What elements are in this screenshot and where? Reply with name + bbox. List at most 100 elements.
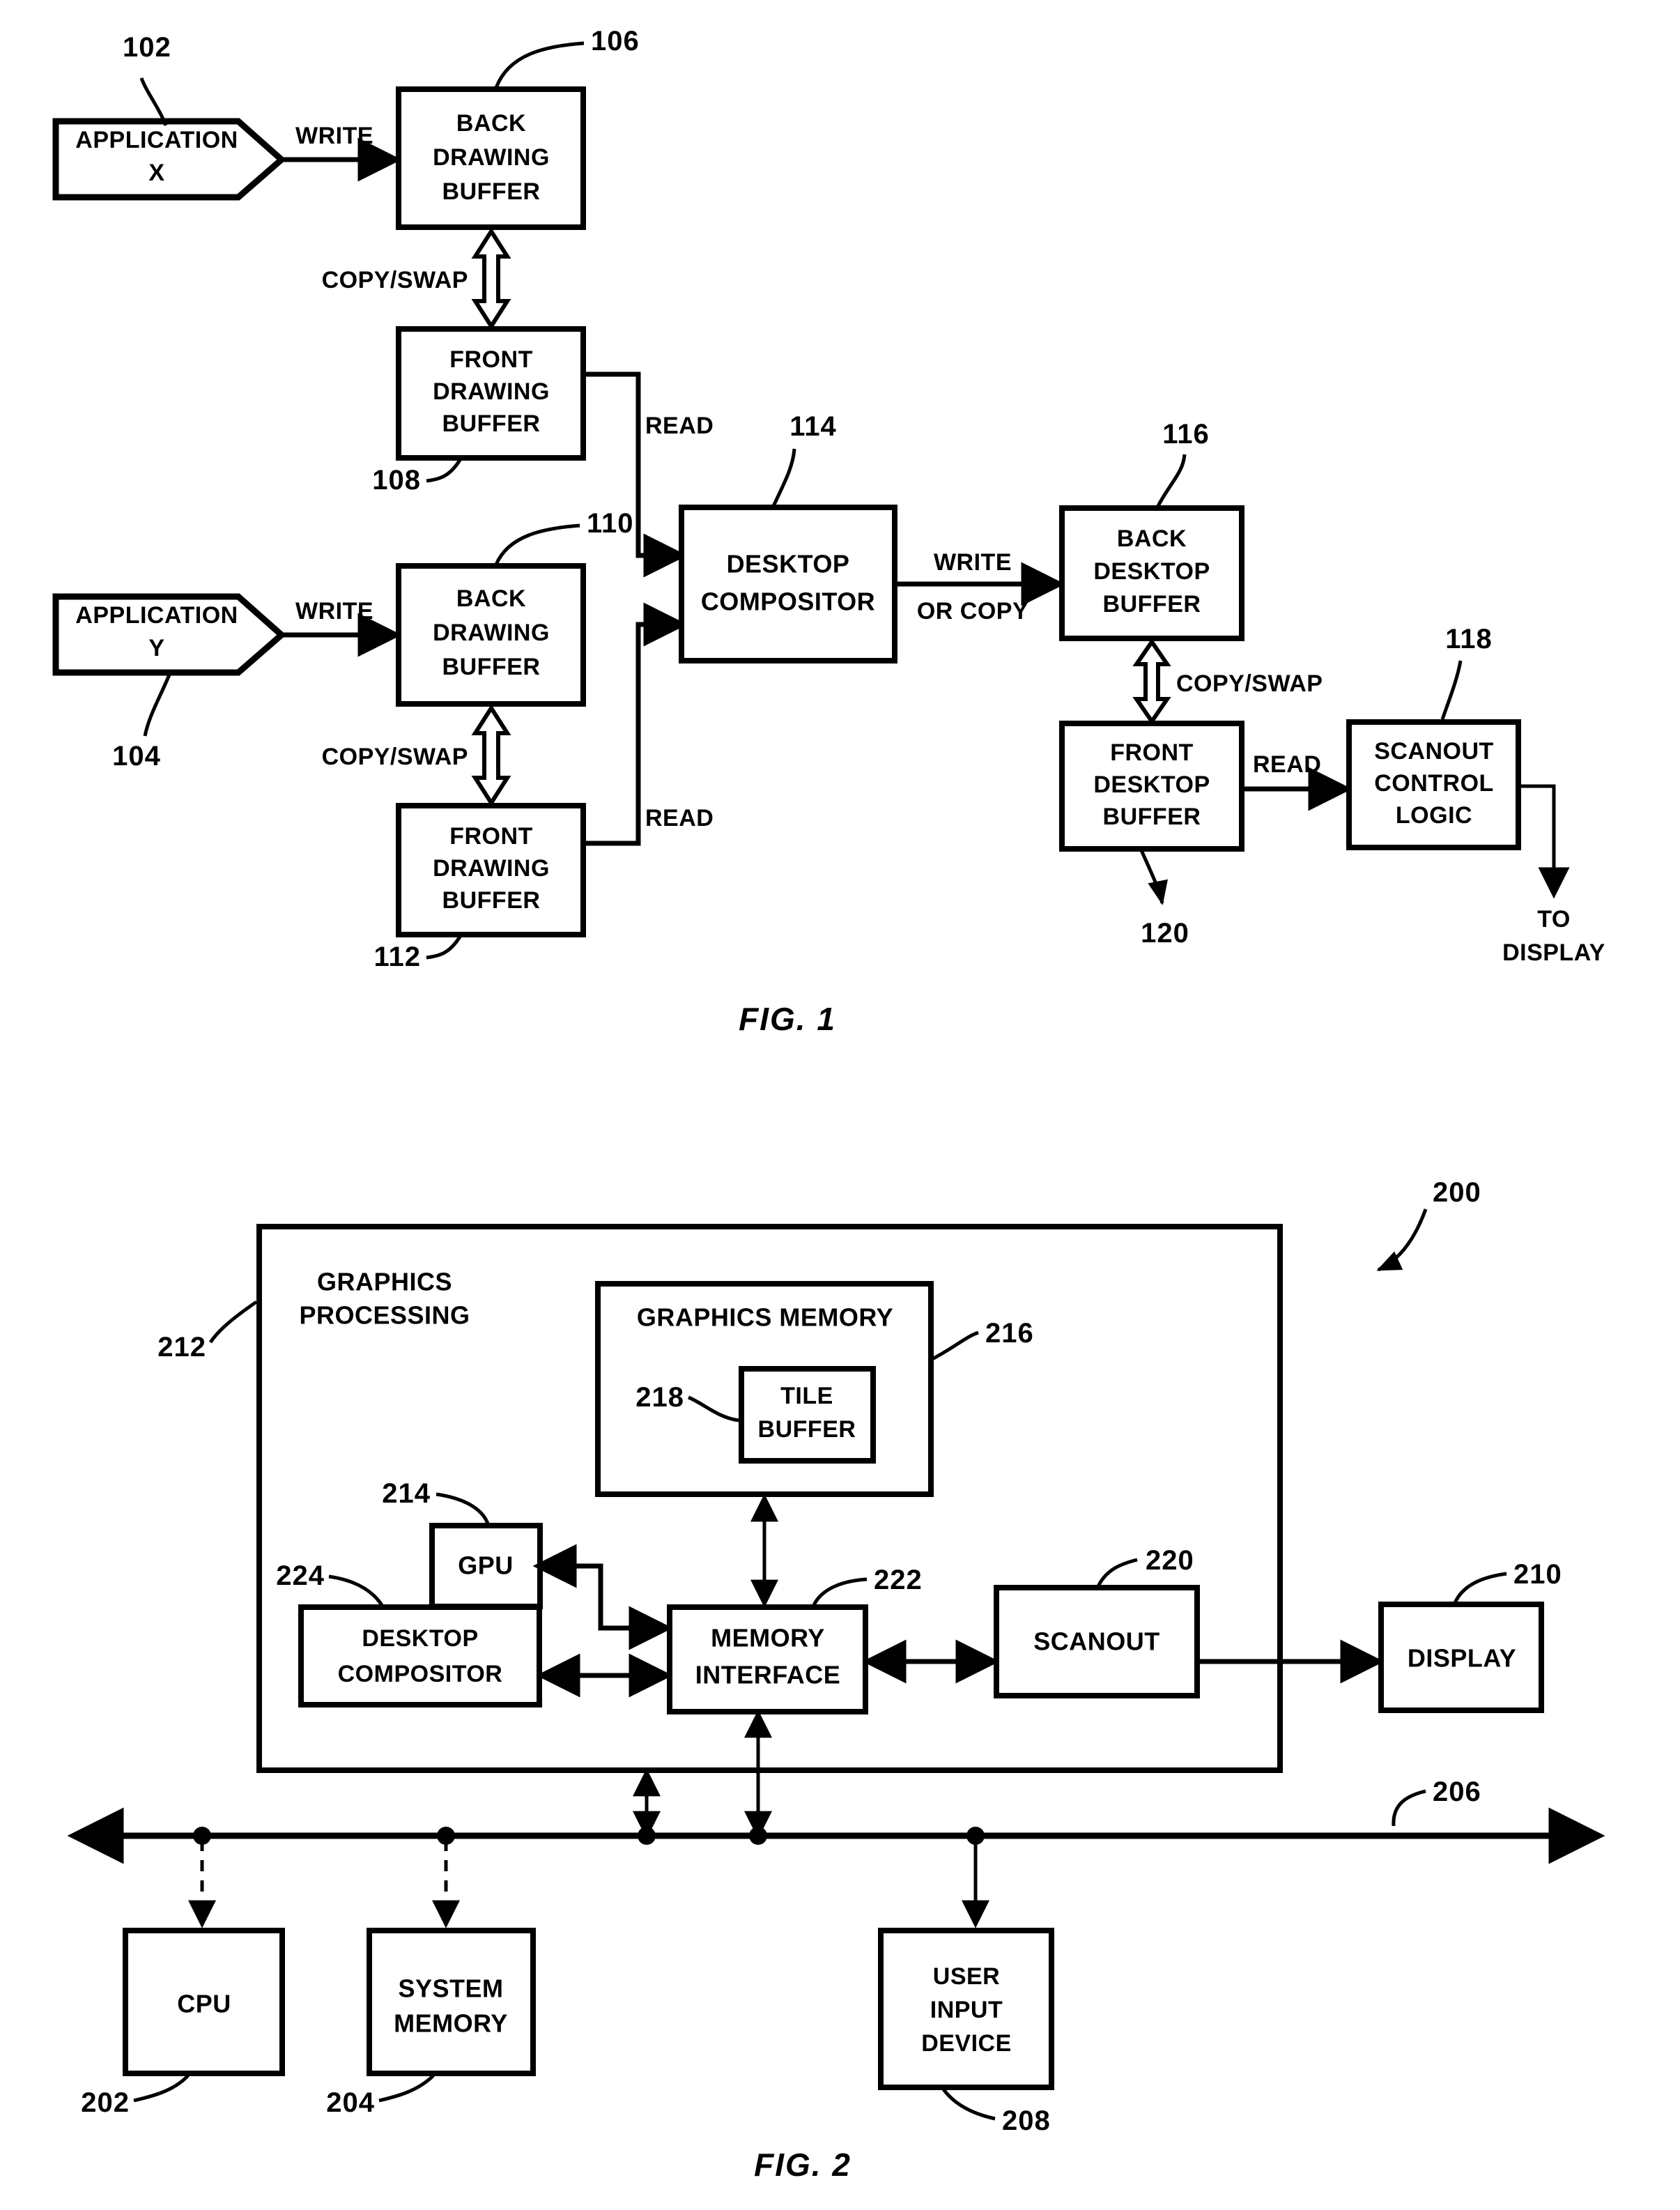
system-memory-ref-leader bbox=[378, 2074, 435, 2103]
application-x-label-line1: APPLICATION bbox=[75, 127, 238, 153]
front-drawing-buffer-y-line2: DRAWING bbox=[433, 855, 550, 882]
front-desktop-buffer-ref: 120 bbox=[1141, 918, 1189, 949]
user-input-device-line2: INPUT bbox=[930, 1997, 1003, 2023]
front-drawing-buffer-y-ref: 112 bbox=[373, 942, 421, 972]
fig1-front-drawing-buffer-x-node: FRONT DRAWING BUFFER 108 bbox=[372, 326, 586, 496]
back-drawing-buffer-x-ref-leader bbox=[494, 41, 585, 89]
read-x-label: READ bbox=[645, 413, 714, 439]
user-input-device-ref: 208 bbox=[1002, 2105, 1051, 2136]
system-memory-line2: MEMORY bbox=[394, 2009, 508, 2038]
tile-buffer-line2: BUFFER bbox=[758, 1416, 856, 1443]
bus-junction-dot-memory-interface bbox=[749, 1827, 767, 1845]
scanout-control-logic-ref-leader bbox=[1440, 660, 1463, 720]
fig1-front-drawing-buffer-y-node: FRONT DRAWING BUFFER 112 bbox=[373, 803, 586, 972]
copy-swap-x-double-arrow bbox=[471, 227, 511, 330]
copy-swap-y-double-arrow bbox=[471, 704, 511, 807]
front-drawing-buffer-x-line1: FRONT bbox=[449, 346, 533, 373]
front-drawing-buffer-y-line3: BUFFER bbox=[442, 887, 541, 914]
back-drawing-buffer-y-line3: BUFFER bbox=[442, 654, 541, 680]
back-drawing-buffer-x-line2: DRAWING bbox=[433, 144, 550, 171]
write-or-copy-line2: OR COPY bbox=[917, 598, 1028, 624]
user-input-device-line3: DEVICE bbox=[921, 2030, 1012, 2057]
fig2-desktop-compositor-line1: DESKTOP bbox=[362, 1625, 478, 1652]
figure2-caption: FIG. 2 bbox=[754, 2147, 851, 2183]
fig2-user-input-device-node: USER INPUT DEVICE 208 bbox=[878, 1840, 1054, 2136]
bus-junction-dot-graphics bbox=[638, 1827, 656, 1845]
fig1-application-x-node: APPLICATION X 102 bbox=[52, 32, 286, 201]
back-drawing-buffer-y-ref: 110 bbox=[587, 508, 634, 539]
to-display-line1: TO bbox=[1537, 906, 1571, 933]
back-desktop-buffer-line3: BUFFER bbox=[1103, 591, 1201, 617]
graphics-processing-line2: PROCESSING bbox=[299, 1301, 470, 1330]
display-ref-leader bbox=[1453, 1572, 1507, 1604]
system-ref-leader bbox=[1376, 1208, 1428, 1272]
fig1-scanout-control-logic-node: SCANOUT CONTROL LOGIC 118 bbox=[1346, 624, 1521, 850]
memory-interface-box bbox=[667, 1604, 868, 1714]
copy-swap-y-label: COPY/SWAP bbox=[322, 744, 468, 770]
fig1-application-y-node: APPLICATION Y 104 bbox=[52, 593, 286, 772]
fig1-write-or-copy-edge: WRITE OR COPY bbox=[895, 549, 1065, 624]
front-drawing-buffer-x-ref: 108 bbox=[372, 465, 421, 496]
system-memory-line1: SYSTEM bbox=[398, 1974, 503, 2003]
memory-interface-ref: 222 bbox=[874, 1565, 923, 1595]
desktop-compositor-ref: 114 bbox=[789, 411, 837, 442]
fig1-back-drawing-buffer-x-node: BACK DRAWING BUFFER 106 bbox=[396, 26, 640, 230]
front-desktop-buffer-line3: BUFFER bbox=[1103, 804, 1201, 830]
back-desktop-buffer-ref: 116 bbox=[1162, 419, 1210, 450]
graphics-processing-ref-leader bbox=[208, 1300, 258, 1344]
front-drawing-buffer-x-ref-leader bbox=[426, 459, 462, 483]
user-input-device-line1: USER bbox=[933, 1963, 1000, 1990]
fig1-desktop-compositor-node: DESKTOP COMPOSITOR 114 bbox=[679, 411, 897, 663]
graphics-processing-ref: 212 bbox=[157, 1332, 206, 1363]
desktop-compositor-line1: DESKTOP bbox=[727, 550, 850, 578]
write-x-label: WRITE bbox=[295, 123, 373, 149]
application-y-label-line1: APPLICATION bbox=[75, 602, 238, 629]
to-display-arrow bbox=[1518, 784, 1570, 899]
write-or-copy-line1: WRITE bbox=[934, 549, 1012, 576]
front-drawing-buffer-x-line3: BUFFER bbox=[442, 410, 541, 437]
fig2-system-memory-node: SYSTEM MEMORY 204 bbox=[326, 1840, 536, 2118]
fig2-system-ref: 200 bbox=[1376, 1177, 1481, 1272]
cpu-ref-leader bbox=[133, 2074, 190, 2103]
system-bus-ref: 206 bbox=[1433, 1777, 1481, 1807]
front-desktop-buffer-line2: DESKTOP bbox=[1093, 772, 1210, 798]
front-drawing-buffer-x-line2: DRAWING bbox=[433, 378, 550, 405]
scanout-control-logic-line3: LOGIC bbox=[1396, 802, 1472, 829]
tile-buffer-ref: 218 bbox=[635, 1382, 684, 1413]
back-drawing-buffer-y-line1: BACK bbox=[456, 585, 526, 612]
scanout-control-logic-line2: CONTROL bbox=[1374, 770, 1494, 797]
fig2-desktop-compositor-ref: 224 bbox=[276, 1560, 325, 1591]
read-desktop-label: READ bbox=[1253, 751, 1321, 778]
fig2-desktop-compositor-box bbox=[298, 1604, 542, 1708]
drawing-canvas: APPLICATION X 102 WRITE BACK DRAWING BUF… bbox=[52, 26, 1605, 2183]
system-ref-number: 200 bbox=[1433, 1177, 1481, 1208]
fig2-display-node: DISPLAY 210 bbox=[1378, 1559, 1562, 1713]
back-drawing-buffer-x-line1: BACK bbox=[456, 110, 526, 137]
application-y-ref-leader bbox=[143, 674, 171, 737]
copy-swap-desktop-label: COPY/SWAP bbox=[1176, 670, 1323, 697]
patent-drawing-sheet: APPLICATION X 102 WRITE BACK DRAWING BUF… bbox=[0, 0, 1680, 2210]
back-drawing-buffer-y-ref-leader bbox=[494, 523, 580, 566]
gpu-label: GPU bbox=[458, 1551, 514, 1580]
fig1-read-desktop-edge: READ bbox=[1242, 751, 1353, 811]
application-x-label-line2: X bbox=[148, 160, 164, 186]
graphics-memory-label: GRAPHICS MEMORY bbox=[637, 1303, 893, 1332]
fig1-copy-swap-y-edge: COPY/SWAP bbox=[322, 704, 511, 807]
back-desktop-buffer-line1: BACK bbox=[1117, 525, 1187, 552]
read-y-label: READ bbox=[645, 805, 714, 831]
copy-swap-desktop-double-arrow bbox=[1132, 638, 1171, 726]
fig1-back-drawing-buffer-y-node: BACK DRAWING BUFFER 110 bbox=[396, 508, 634, 707]
gpu-ref: 214 bbox=[382, 1478, 431, 1509]
graphics-memory-ref: 216 bbox=[985, 1318, 1034, 1349]
fig1-write-x-edge: WRITE bbox=[282, 123, 402, 182]
application-y-ref: 104 bbox=[112, 741, 161, 772]
fig1-copy-swap-desktop-edge: COPY/SWAP bbox=[1132, 638, 1323, 726]
front-desktop-buffer-ref-leader bbox=[1139, 849, 1168, 905]
fig2-cpu-node: CPU 202 bbox=[81, 1840, 285, 2118]
scanout-ref: 220 bbox=[1146, 1545, 1194, 1576]
front-drawing-buffer-y-line1: FRONT bbox=[449, 823, 533, 850]
cpu-label: CPU bbox=[177, 1990, 231, 2018]
figure1-caption: FIG. 1 bbox=[739, 1001, 836, 1037]
back-drawing-buffer-x-ref: 106 bbox=[591, 26, 640, 56]
graphics-processing-line1: GRAPHICS bbox=[317, 1268, 452, 1296]
